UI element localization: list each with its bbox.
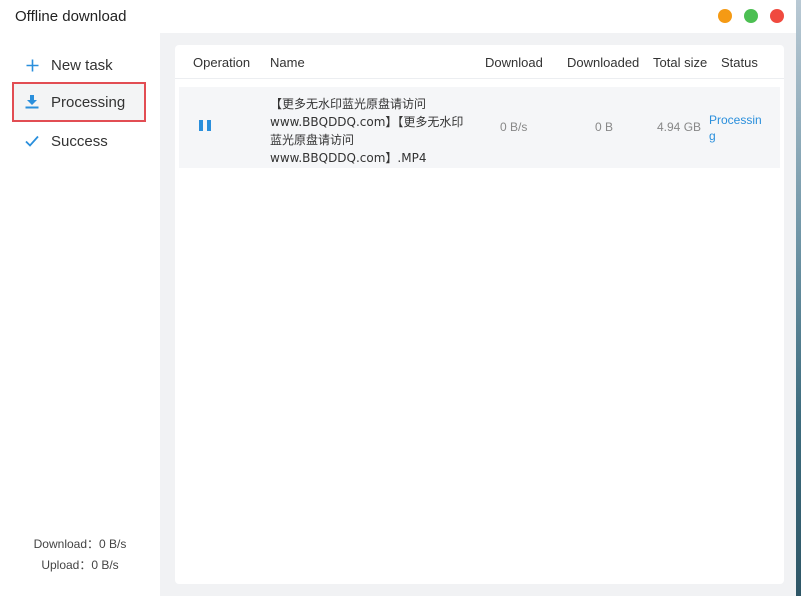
sidebar: New task Processing Success Download：0 B…: [0, 33, 160, 596]
sidebar-item-label: Success: [51, 132, 108, 150]
download-speed: Download：0 B/s: [33, 537, 127, 551]
status-label[interactable]: Processing: [709, 112, 767, 144]
sidebar-item-processing[interactable]: Processing: [12, 82, 146, 122]
pause-icon[interactable]: [199, 120, 211, 132]
task-panel: Operation Name Download Downloaded Total…: [175, 45, 784, 584]
table-header: Operation Name Download Downloaded Total…: [175, 45, 784, 79]
downloaded-amount: 0 B: [595, 120, 614, 134]
download-rate: 0 B/s: [500, 120, 528, 134]
column-header-download: Download: [485, 55, 543, 70]
upload-speed: Upload：0 B/s: [41, 558, 119, 572]
check-icon: [25, 134, 39, 148]
download-icon: [25, 95, 39, 109]
column-header-downloaded: Downloaded: [567, 55, 640, 70]
file-name: 【更多无水印蓝光原盘请访问www.BBQDDQ.com】【更多无水印蓝光原盘请访…: [270, 97, 464, 165]
window-title: Offline download: [15, 8, 127, 25]
sidebar-item-label: New task: [51, 56, 113, 74]
sidebar-item-label: Processing: [51, 93, 126, 111]
column-header-operation: Operation: [193, 55, 251, 70]
total-size: 4.94 GB: [657, 120, 702, 134]
column-header-total-size: Total size: [653, 55, 708, 70]
sidebar-item-new-task[interactable]: New task: [12, 45, 146, 85]
table-row: 【更多无水印蓝光原盘请访问www.BBQDDQ.com】【更多无水印蓝光原盘请访…: [179, 87, 780, 168]
sidebar-item-success[interactable]: Success: [12, 121, 146, 161]
close-button[interactable]: [770, 9, 784, 23]
plus-icon: [25, 58, 39, 72]
offline-download-window: Offline download New task Processing Suc…: [0, 0, 801, 596]
desktop-background-edge: [796, 0, 801, 596]
maximize-button[interactable]: [744, 9, 758, 23]
title-bar: Offline download: [0, 0, 796, 33]
minimize-button[interactable]: [718, 9, 732, 23]
column-header-name: Name: [270, 55, 305, 70]
column-header-status: Status: [721, 55, 758, 70]
